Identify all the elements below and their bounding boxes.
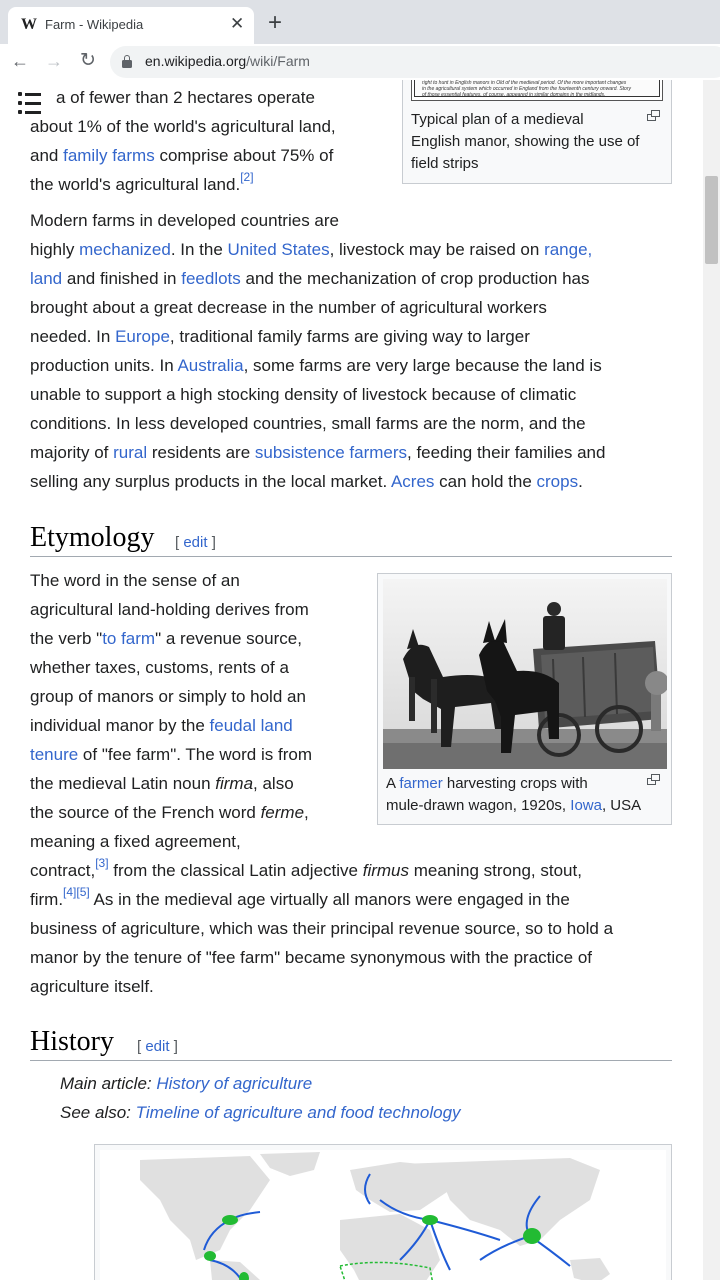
manor-caption-line-2: English manor, showing the use of [411,133,640,150]
link-history-of-agriculture[interactable]: History of agriculture [156,1074,312,1093]
farmer-wagon-image[interactable] [383,579,667,769]
etymology-line-4: whether taxes, customs, rents of a [30,658,289,677]
link-rural[interactable]: rural [113,443,147,462]
etymology-line-7: tenure of "fee farm". The word is from [30,745,312,764]
link-family-farms[interactable]: family farms [63,146,155,165]
article-content: a of fewer than 2 hectares operate about… [0,80,720,1280]
intro-line-1: a of fewer than 2 hectares operate [56,88,315,107]
link-mechanized[interactable]: mechanized [79,240,171,259]
link-land[interactable]: land [30,269,62,288]
etymology-line-9: the source of the French word ferme, [30,803,309,822]
etymology-line-1: The word in the sense of an [30,571,240,590]
reload-icon[interactable]: ↻ [76,49,100,73]
etymology-line-14: manor by the tenure of "fee farm" became… [30,948,593,967]
main-menu-icon[interactable] [18,92,42,114]
history-edit-link[interactable]: [ edit ] [137,1038,178,1055]
etymology-line-5: group of manors or simply to hold an [30,687,306,706]
etymology-line-11: contract,[3] from the classical Latin ad… [30,856,582,880]
etymology-line-15: agriculture itself. [30,977,154,996]
para2-line-5: needed. In Europe, traditional family fa… [30,327,530,346]
agriculture-spread-map[interactable] [100,1150,666,1280]
manor-caption-line-3: field strips [411,155,479,172]
address-bar[interactable]: en.wikipedia.org/wiki/Farm [110,46,720,78]
etymology-line-13: business of agriculture, which was their… [30,919,614,938]
para2-line-7: unable to support a high stocking densit… [30,385,577,404]
link-feudal-land-tenure[interactable]: feudal land [210,716,293,735]
url-text[interactable]: en.wikipedia.org/wiki/Farm [145,53,310,69]
link-crops[interactable]: crops [537,472,579,491]
intro-line-2: about 1% of the world's agricultural lan… [30,117,336,136]
link-acres[interactable]: Acres [391,472,434,491]
para2-line-10: selling any surplus products in the loca… [30,472,583,491]
citation-3[interactable]: [3] [95,856,108,870]
etymology-heading: Etymology [30,522,155,553]
para2-line-1: Modern farms in developed countries are [30,211,339,230]
enlarge-icon[interactable] [647,774,661,786]
link-iowa[interactable]: Iowa [570,797,602,814]
wikipedia-favicon-icon: W [21,16,37,33]
tab-strip: W Farm - Wikipedia ✕ + [0,0,720,44]
main-article-hatnote: Main article: History of agriculture [60,1074,313,1093]
link-to-farm[interactable]: to farm [102,629,155,648]
link-subsistence-farmers[interactable]: subsistence farmers [255,443,407,462]
etymology-line-10: meaning a fixed agreement, [30,832,241,851]
intro-line-3: and family farms comprise about 75% of [30,146,334,165]
see-also-hatnote: See also: Timeline of agriculture and fo… [60,1103,461,1122]
link-australia[interactable]: Australia [177,356,243,375]
citation-2[interactable]: [2] [240,170,253,184]
scrollbar-thumb[interactable] [705,176,718,264]
para2-line-8: conditions. In less developed countries,… [30,414,586,433]
history-rule [30,1060,672,1061]
farmer-caption-line-1: A farmer harvesting crops with [386,775,588,792]
etymology-line-12: firm.[4][5] As in the medieval age virtu… [30,885,570,909]
para2-line-4: brought about a great decrease in the nu… [30,298,547,317]
farmer-figure: A farmer harvesting crops with mule-draw… [377,573,672,825]
etymology-line-3: the verb "to farm" a revenue source, [30,629,302,648]
etymology-rule [30,556,672,557]
manor-caption-line-1: Typical plan of a medieval [411,111,584,128]
intro-line-4: the world's agricultural land.[2] [30,170,254,194]
lock-icon[interactable] [122,55,132,68]
link-farmer[interactable]: farmer [399,775,442,792]
browser-tab[interactable]: W Farm - Wikipedia ✕ [8,7,254,44]
manor-plan-scan-text: right to hunt in English manors in Old o… [422,80,631,98]
close-tab-icon[interactable]: ✕ [230,14,244,34]
new-tab-icon[interactable]: + [268,11,282,35]
para2-line-9: majority of rural residents are subsiste… [30,443,606,462]
para2-line-6: production units. In Australia, some far… [30,356,602,375]
agriculture-map-figure [94,1144,672,1280]
link-feedlots[interactable]: feedlots [181,269,241,288]
citation-4[interactable]: [4] [63,885,76,899]
etymology-edit-link[interactable]: [ edit ] [175,534,216,551]
link-europe[interactable]: Europe [115,327,170,346]
link-timeline-of-agriculture[interactable]: Timeline of agriculture and food technol… [136,1103,461,1122]
link-tenure[interactable]: tenure [30,745,78,764]
etymology-line-8: the medieval Latin noun firma, also [30,774,294,793]
citation-5[interactable]: [5] [76,885,89,899]
farmer-caption-line-2: mule-drawn wagon, 1920s, Iowa, USA [386,797,642,814]
tab-title: Farm - Wikipedia [45,17,144,32]
para2-line-2: highly mechanized. In the United States,… [30,240,593,259]
manor-plan-image[interactable]: right to hunt in English manors in Old o… [411,80,663,101]
para2-line-3: land and finished in feedlots and the me… [30,269,590,288]
enlarge-icon[interactable] [647,110,661,122]
etymology-line-2: agricultural land-holding derives from [30,600,309,619]
history-heading: History [30,1026,114,1057]
link-range[interactable]: range, [544,240,592,259]
back-icon[interactable]: ← [8,49,32,73]
etymology-line-6: individual manor by the feudal land [30,716,293,735]
link-united-states[interactable]: United States [228,240,330,259]
page-scrollbar[interactable] [703,80,720,1280]
forward-icon[interactable]: → [42,49,66,73]
browser-toolbar: ← → ↻ en.wikipedia.org/wiki/Farm [0,44,720,80]
manor-plan-figure: right to hunt in English manors in Old o… [402,80,672,184]
